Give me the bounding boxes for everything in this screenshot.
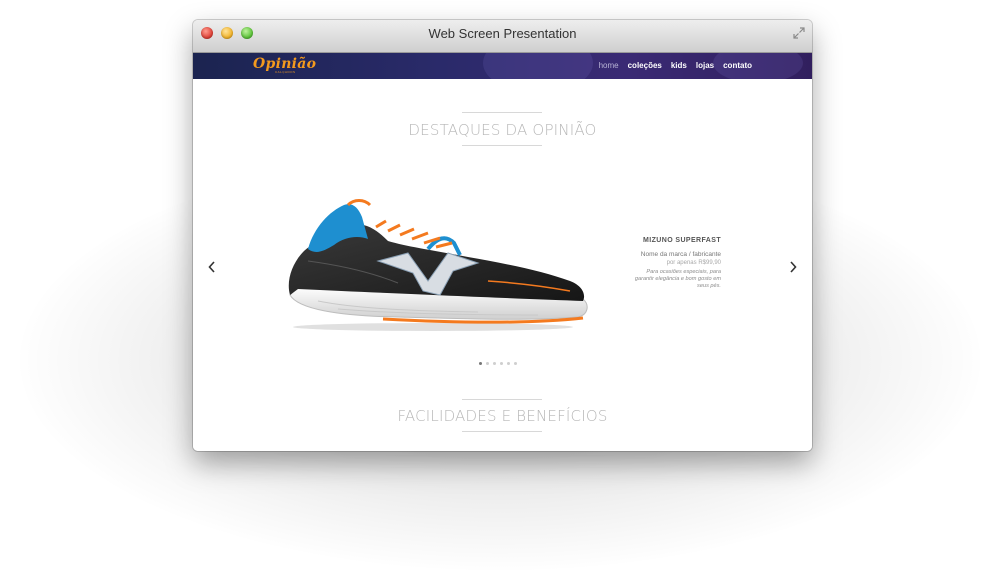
carousel-dot[interactable] (479, 362, 482, 365)
product-price: por apenas R$99,90 (666, 260, 721, 266)
site-logo-subtitle: CALÇADOS (275, 70, 296, 74)
nav-item-contato[interactable]: contato (723, 61, 752, 70)
browser-window: Web Screen Presentation Opinião CALÇADOS… (193, 20, 812, 451)
window-title: Web Screen Presentation (428, 26, 577, 41)
product-name[interactable]: MIZUNO SUPERFAST (593, 237, 721, 244)
title-bar: Web Screen Presentation (193, 20, 812, 53)
carousel-dots (479, 362, 517, 365)
highlights-title: DESTAQUES DA OPINIÃO (408, 121, 597, 139)
product-info: MIZUNO SUPERFAST Nome da marca / fabrica… (593, 237, 721, 290)
nav-item-colecoes[interactable]: coleções (628, 61, 662, 70)
carousel-dot[interactable] (493, 362, 496, 365)
title-rule-top (462, 399, 542, 400)
page-content: DESTAQUES DA OPINIÃO MIZUNO SUPERFAST No… (193, 79, 812, 451)
main-menu: home coleções kids lojas contato (599, 61, 752, 70)
chevron-right-icon[interactable] (787, 259, 799, 275)
product-brand: Nome da marca / fabricante (640, 251, 721, 258)
product-description: Para ocasiões especiais, para garantir e… (634, 269, 721, 289)
chevron-left-icon[interactable] (206, 259, 218, 275)
site-navbar: Opinião CALÇADOS home coleções kids loja… (193, 53, 812, 79)
title-rule-bottom (462, 145, 542, 146)
navbar-decoration (483, 53, 593, 79)
carousel-dot[interactable] (486, 362, 489, 365)
carousel-dot[interactable] (507, 362, 510, 365)
product-shoe-image[interactable] (278, 191, 593, 336)
benefits-title: FACILIDADES E BENEFÍCIOS (397, 407, 608, 425)
carousel-dot[interactable] (500, 362, 503, 365)
nav-item-home[interactable]: home (599, 61, 619, 70)
nav-item-lojas[interactable]: lojas (696, 61, 714, 70)
title-rule-bottom (462, 431, 542, 432)
title-rule-top (462, 112, 542, 113)
expand-icon[interactable] (792, 26, 806, 40)
carousel-dot[interactable] (514, 362, 517, 365)
nav-item-kids[interactable]: kids (671, 61, 687, 70)
